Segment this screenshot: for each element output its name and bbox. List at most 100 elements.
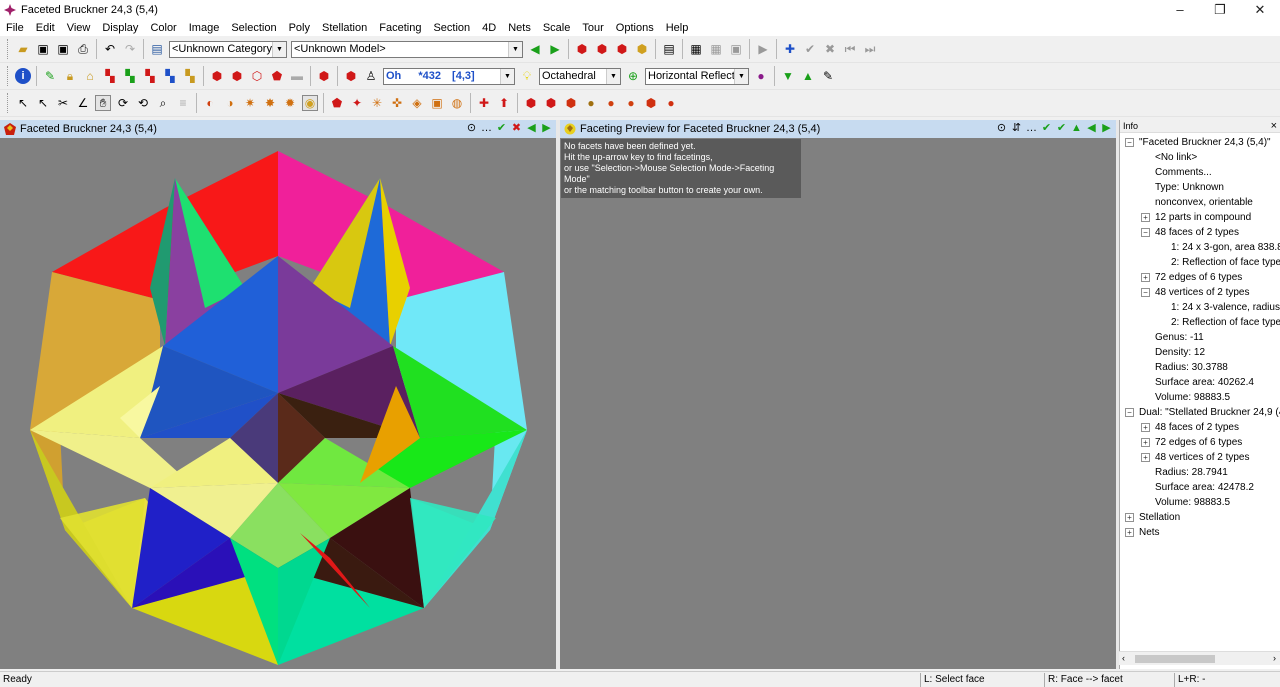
accept-icon[interactable]: ✔ — [495, 121, 508, 135]
faceting-preview-viewport[interactable] — [560, 138, 1116, 669]
menu-options[interactable]: Options — [610, 20, 660, 36]
menu-faceting[interactable]: Faceting — [373, 20, 427, 36]
prev-icon[interactable]: ◀ — [525, 121, 538, 135]
next-icon[interactable]: ▶ — [540, 121, 553, 135]
layers-icon[interactable]: ≡ — [175, 95, 191, 111]
pentagon-icon[interactable]: ⬟ — [269, 68, 285, 84]
expand-icon[interactable]: + — [1125, 528, 1134, 537]
options-icon[interactable]: ⊙ — [995, 121, 1008, 135]
menu-image[interactable]: Image — [183, 20, 226, 36]
tree-node[interactable]: − Dual: "Stellated Bruckner 24,9 (4 — [1120, 405, 1280, 420]
minimize-button[interactable]: – — [1160, 0, 1200, 20]
lock-icon[interactable]: 🔒︎ — [62, 68, 78, 84]
undo-icon[interactable]: ↶ — [102, 41, 118, 57]
toolbar-grip[interactable] — [7, 39, 10, 59]
tree-node[interactable]: 1: 24 x 3-valence, radius — [1120, 300, 1280, 315]
hand-icon[interactable]: ✋︎ — [95, 95, 111, 111]
tree-node[interactable]: Radius: 30.3788 — [1120, 360, 1280, 375]
chevron-down-icon[interactable]: ▼ — [500, 68, 514, 84]
previous-model-icon[interactable]: ◀ — [527, 41, 543, 57]
chevron-down-icon[interactable]: ▼ — [606, 68, 620, 84]
last-icon[interactable]: ⏭ — [862, 41, 878, 57]
next-model-icon[interactable]: ▶ — [547, 41, 563, 57]
tree-node[interactable]: +72 edges of 6 types — [1120, 270, 1280, 285]
color-grid-icon[interactable]: ▚ — [122, 68, 138, 84]
toolbar-grip[interactable] — [7, 66, 10, 86]
solid-b-icon[interactable]: ⬢ — [543, 95, 559, 111]
info-icon[interactable]: i — [15, 68, 31, 84]
sphere-split-icon[interactable]: ◑ — [222, 95, 238, 111]
reflection-select[interactable]: Horizontal Reflection ▼ — [645, 67, 749, 85]
tree-node[interactable]: 2: Reflection of face type — [1120, 255, 1280, 270]
expand-icon[interactable]: + — [1141, 453, 1150, 462]
pointer-icon[interactable]: ↖ — [15, 95, 31, 111]
toolbar-grip[interactable] — [7, 93, 10, 113]
tree-node[interactable]: Comments... — [1120, 165, 1280, 180]
save-icon[interactable]: ▣ — [35, 41, 51, 57]
more-icon[interactable]: … — [1025, 121, 1038, 135]
scroll-thumb[interactable] — [1135, 655, 1215, 663]
model-viewport[interactable] — [0, 138, 556, 669]
menu-nets[interactable]: Nets — [502, 20, 537, 36]
play-icon[interactable]: ▶ — [755, 41, 771, 57]
color-squares-icon[interactable]: ▚ — [102, 68, 118, 84]
accept-all-icon[interactable]: ✔ — [1055, 121, 1068, 135]
cube-icon[interactable]: ⬢ — [229, 68, 245, 84]
chevron-down-icon[interactable]: ▼ — [272, 41, 286, 57]
next-icon[interactable]: ▶ — [1100, 121, 1113, 135]
face-toggle-icon[interactable]: ◉ — [302, 95, 318, 111]
tree-node[interactable]: +72 edges of 6 types — [1120, 435, 1280, 450]
tree-node[interactable]: 1: 24 x 3-gon, area 838.8 — [1120, 240, 1280, 255]
diamond-icon[interactable]: ◈ — [409, 95, 425, 111]
color-bars-icon[interactable]: ▚ — [142, 68, 158, 84]
collapse-icon[interactable]: − — [1141, 288, 1150, 297]
solid-d-icon[interactable]: ● — [583, 95, 599, 111]
angle-icon[interactable]: ∠ — [75, 95, 91, 111]
plus-red-icon[interactable]: ✚ — [476, 95, 492, 111]
pencil-icon[interactable]: ✎ — [820, 68, 836, 84]
menu-view[interactable]: View — [61, 20, 97, 36]
menu-selection[interactable]: Selection — [225, 20, 282, 36]
rotate-all-icon[interactable]: ⟲ — [135, 95, 151, 111]
crosshair-icon[interactable]: ⊕ — [625, 68, 641, 84]
tree-node[interactable]: +48 faces of 2 types — [1120, 420, 1280, 435]
solid-c-icon[interactable]: ⬢ — [563, 95, 579, 111]
maximize-button[interactable]: ❐ — [1200, 0, 1240, 20]
bar-icon[interactable]: ▬ — [289, 68, 305, 84]
close-button[interactable]: ✕ — [1240, 0, 1280, 20]
folder-grid-icon[interactable]: ▦ — [688, 41, 704, 57]
solid-h-icon[interactable]: ● — [663, 95, 679, 111]
check-icon[interactable]: ✔ — [802, 41, 818, 57]
menu-tour[interactable]: Tour — [576, 20, 609, 36]
menu-color[interactable]: Color — [144, 20, 182, 36]
tree-node[interactable]: Surface area: 40262.4 — [1120, 375, 1280, 390]
folder-grid-alt-icon[interactable]: ▦ — [708, 41, 724, 57]
star-burst-icon[interactable]: ✷ — [242, 95, 258, 111]
menu-file[interactable]: File — [0, 20, 30, 36]
lightbulb-icon[interactable]: 💡︎ — [519, 68, 535, 84]
tree-node[interactable]: + Nets — [1120, 525, 1280, 540]
first-icon[interactable]: ⏮ — [842, 41, 858, 57]
triangle-up-icon[interactable]: ▲ — [1070, 121, 1083, 135]
solid-g-icon[interactable]: ⬢ — [643, 95, 659, 111]
star-red-icon[interactable]: ✦ — [349, 95, 365, 111]
expand-icon[interactable]: + — [1141, 273, 1150, 282]
arrow-up-red-icon[interactable]: ⬆ — [496, 95, 512, 111]
menu-help[interactable]: Help — [660, 20, 695, 36]
square-in-icon[interactable]: ▣ — [429, 95, 445, 111]
pointer-plus-icon[interactable]: ↖ — [35, 95, 51, 111]
delete-icon[interactable]: ✖ — [822, 41, 838, 57]
model-select[interactable]: <Unknown Model> ▼ — [291, 40, 523, 58]
save-as-icon[interactable]: ▣ — [55, 41, 71, 57]
reject-icon[interactable]: ✖ — [510, 121, 523, 135]
orb-icon[interactable]: ◍ — [449, 95, 465, 111]
cube-red-icon[interactable]: ⬢ — [614, 41, 630, 57]
polyhedron-red-icon[interactable]: ⬢ — [574, 41, 590, 57]
tree-node[interactable]: Radius: 28.7941 — [1120, 465, 1280, 480]
add-icon[interactable]: ✚ — [782, 41, 798, 57]
tree-node[interactable]: Genus: -11 — [1120, 330, 1280, 345]
category-select[interactable]: <Unknown Category> ▼ — [169, 40, 287, 58]
wand-icon[interactable]: ✎ — [42, 68, 58, 84]
half-sphere-icon[interactable]: ◐ — [202, 95, 218, 111]
solid-e-icon[interactable]: ● — [603, 95, 619, 111]
